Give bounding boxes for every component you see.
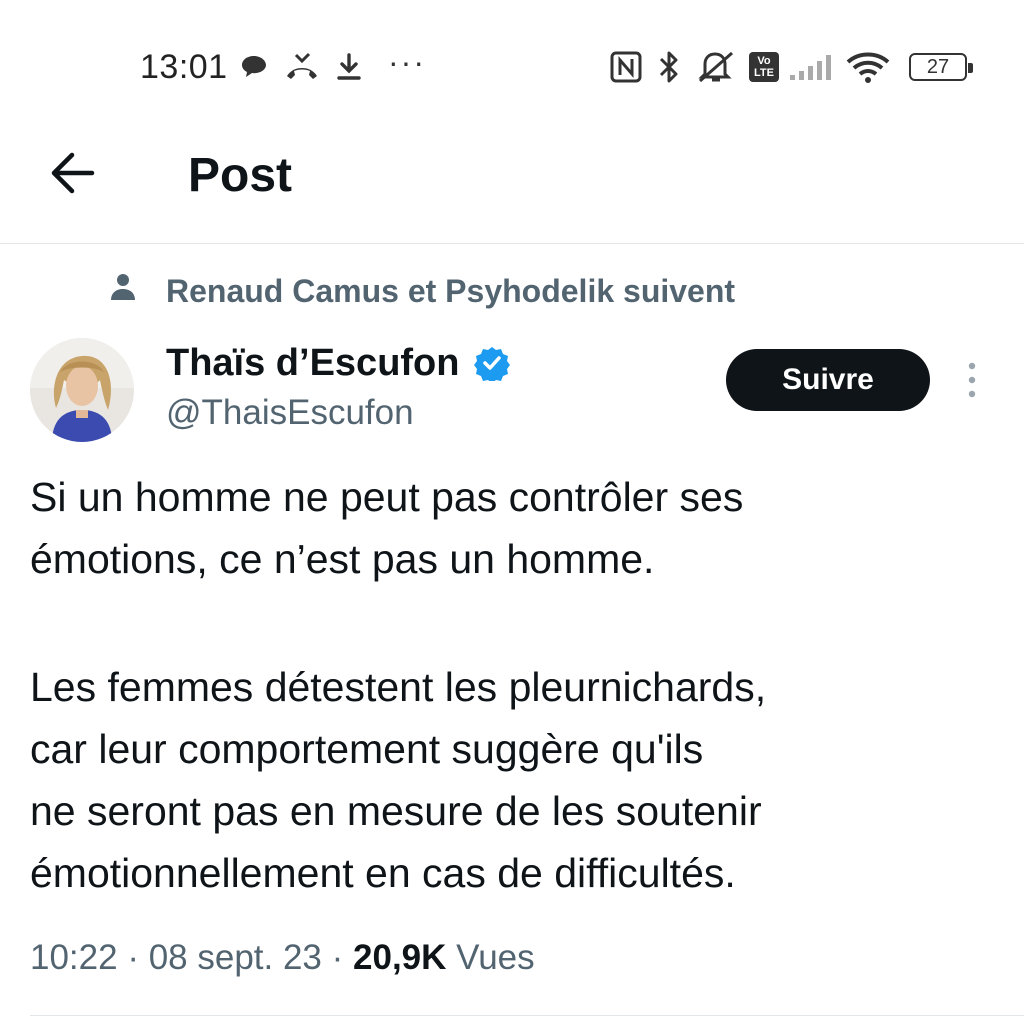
- wifi-icon: [844, 50, 892, 84]
- tweet-time[interactable]: 10:22: [30, 938, 118, 977]
- mute-icon: [694, 50, 738, 84]
- battery-level: 27: [926, 55, 950, 78]
- tweet-text-line: Si un homme ne peut pas contrôler ses: [30, 474, 744, 520]
- author-handle[interactable]: @ThaisEscufon: [166, 393, 414, 433]
- person-icon: [110, 273, 136, 301]
- page-title: Post: [188, 149, 293, 202]
- battery-icon: 27: [904, 50, 973, 84]
- author-name[interactable]: Thaïs d’Escufon: [166, 342, 459, 385]
- arrow-left-icon[interactable]: [48, 150, 98, 196]
- tweet-text-line: émotionnellement en cas de difficultés.: [30, 850, 736, 896]
- tweet-text-line: ne seront pas en mesure de les soutenir: [30, 788, 762, 834]
- missed-call-icon: [282, 50, 322, 84]
- more-options-icon[interactable]: [958, 360, 986, 400]
- signal-icon: [788, 50, 836, 84]
- social-context-text[interactable]: Renaud Camus et Psyhodelik suivent: [166, 273, 735, 310]
- meta-separator: ·: [117, 938, 149, 977]
- download-icon: [334, 50, 364, 84]
- volte-icon: Vo LTE: [748, 50, 780, 84]
- header-divider: [0, 243, 1024, 244]
- avatar[interactable]: [30, 338, 134, 442]
- follow-button[interactable]: Suivre: [726, 349, 930, 411]
- lte-label: LTE: [754, 67, 774, 79]
- views-label[interactable]: Vues: [456, 938, 534, 977]
- tweet-text-line: émotions, ce n’est pas un homme.: [30, 536, 655, 582]
- bluetooth-icon: [654, 50, 684, 84]
- more-notifications-icon: ···: [388, 44, 426, 80]
- tweet-text-line: car leur comportement suggère qu'ils: [30, 726, 704, 772]
- chat-bubble-icon: [238, 50, 270, 84]
- status-time: 13:01: [140, 48, 228, 86]
- nfc-icon: [608, 50, 644, 84]
- meta-divider: [30, 1015, 1024, 1016]
- tweet-text-line: Les femmes détestent les pleurnichards,: [30, 664, 767, 710]
- tweet-meta: 10:22 · 08 sept. 23 · 20,9K Vues: [30, 938, 535, 978]
- verified-badge-icon: [474, 345, 510, 383]
- tweet-date[interactable]: 08 sept. 23: [149, 938, 322, 977]
- views-count[interactable]: 20,9K: [353, 938, 446, 977]
- meta-separator: ·: [321, 938, 354, 977]
- volte-label: Vo: [757, 55, 771, 67]
